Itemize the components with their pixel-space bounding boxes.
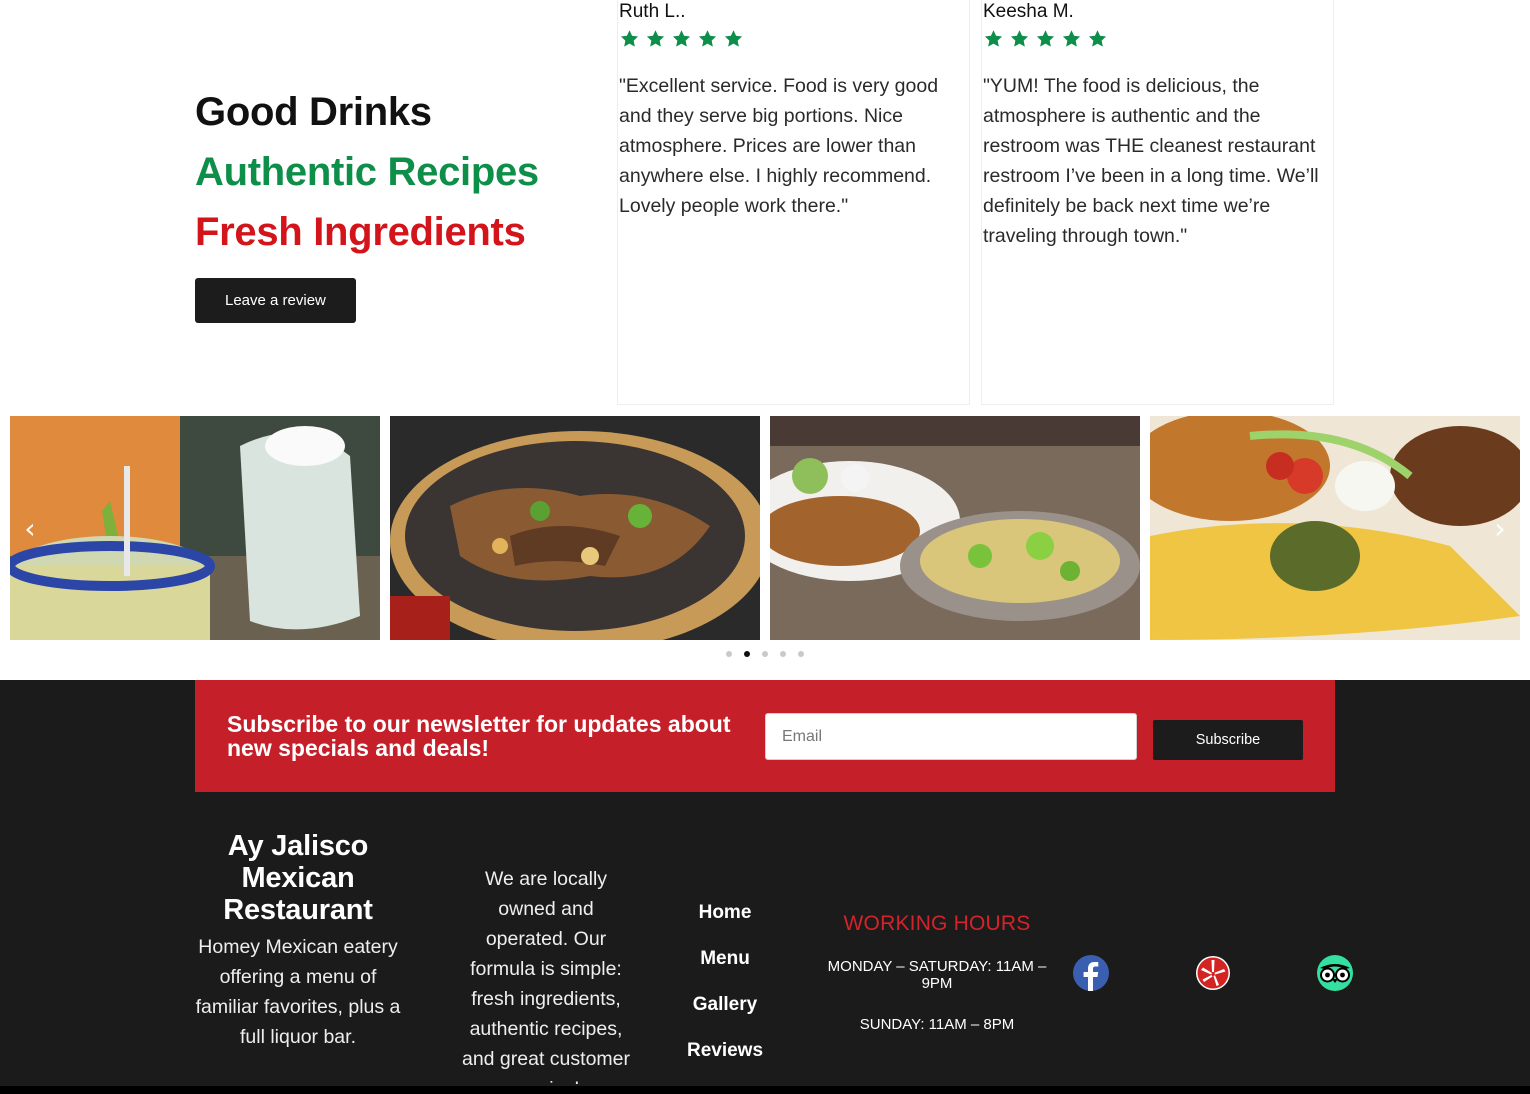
leave-review-button[interactable]: Leave a review <box>195 278 356 323</box>
star-icon <box>1036 30 1055 47</box>
star-icon <box>984 30 1003 47</box>
newsletter-text: Subscribe to our newsletter for updates … <box>227 711 731 761</box>
nav-link-menu[interactable]: Menu <box>665 936 785 982</box>
carousel-dot-active[interactable] <box>744 651 750 657</box>
carousel-prev-icon[interactable]: ‹ <box>15 512 45 545</box>
review-text: "YUM! The food is delicious, the atmosph… <box>983 75 1319 247</box>
newsletter-banner: Subscribe to our newsletter for updates … <box>195 680 1335 792</box>
reviewer-name: Ruth L.. <box>619 1 686 22</box>
star-icon <box>672 30 691 47</box>
hero-section: Good Drinks Authentic Recipes Fresh Ingr… <box>195 82 539 323</box>
star-icon <box>646 30 665 47</box>
hero-heading-drinks: Good Drinks <box>195 90 432 134</box>
star-icon <box>698 30 717 47</box>
carousel-dot[interactable] <box>726 651 732 657</box>
hero-heading-recipes: Authentic Recipes <box>195 150 539 194</box>
email-field[interactable] <box>765 713 1137 760</box>
star-icon <box>724 30 743 47</box>
footer-nav: Home Menu Gallery Reviews <box>665 890 785 1074</box>
review-text: "Excellent service. Food is very good an… <box>619 75 939 217</box>
carousel-dot[interactable] <box>798 651 804 657</box>
yelp-icon[interactable] <box>1195 955 1231 991</box>
working-hours: WORKING HOURS MONDAY – SATURDAY: 11AM – … <box>812 912 1062 1033</box>
carousel-dot[interactable] <box>780 651 786 657</box>
star-icon <box>620 30 639 47</box>
tripadvisor-icon[interactable] <box>1315 955 1355 991</box>
review-card: Ruth L.. "Excellent service. Food is ver… <box>617 0 970 405</box>
carousel-pagination <box>726 651 804 657</box>
hours-title: WORKING HOURS <box>843 912 1031 935</box>
hours-weekday: MONDAY – SATURDAY: 11AM – 9PM <box>827 958 1047 992</box>
carousel-dot[interactable] <box>762 651 768 657</box>
hours-sunday: SUNDAY: 11AM – 8PM <box>859 1016 1015 1033</box>
fajitas-skillet-photo[interactable] <box>390 416 760 640</box>
photo-carousel: ‹ › <box>10 416 1520 640</box>
subscribe-button[interactable]: Subscribe <box>1153 720 1303 760</box>
about-text: We are locally owned and operated. Our f… <box>461 868 630 1084</box>
nav-link-reviews[interactable]: Reviews <box>665 1028 785 1074</box>
nav-link-home[interactable]: Home <box>665 890 785 936</box>
star-icon <box>1010 30 1029 47</box>
review-card: Keesha M. "YUM! The food is delicious, t… <box>981 0 1334 405</box>
bottom-bar <box>0 1086 1530 1094</box>
star-icon <box>1088 30 1107 47</box>
facebook-icon[interactable] <box>1073 955 1109 991</box>
star-rating <box>618 29 969 49</box>
carousel-next-icon[interactable]: › <box>1485 512 1515 545</box>
hero-heading-ingredients: Fresh Ingredients <box>195 210 526 254</box>
reviewer-name: Keesha M. <box>983 1 1074 22</box>
restaurant-description: Homey Mexican eatery offering a menu of … <box>195 936 401 1048</box>
star-rating <box>982 29 1333 49</box>
enchilada-plate-photo[interactable] <box>1150 416 1520 640</box>
star-icon <box>1062 30 1081 47</box>
restaurant-name: Ay Jalisco Mexican Restaurant <box>223 830 373 926</box>
footer-brand: Ay Jalisco Mexican Restaurant Homey Mexi… <box>195 830 401 1052</box>
fajitas-plate-photo[interactable] <box>770 416 1140 640</box>
margarita-photo[interactable] <box>10 416 380 640</box>
footer: Subscribe to our newsletter for updates … <box>0 680 1530 1094</box>
nav-link-gallery[interactable]: Gallery <box>665 982 785 1028</box>
